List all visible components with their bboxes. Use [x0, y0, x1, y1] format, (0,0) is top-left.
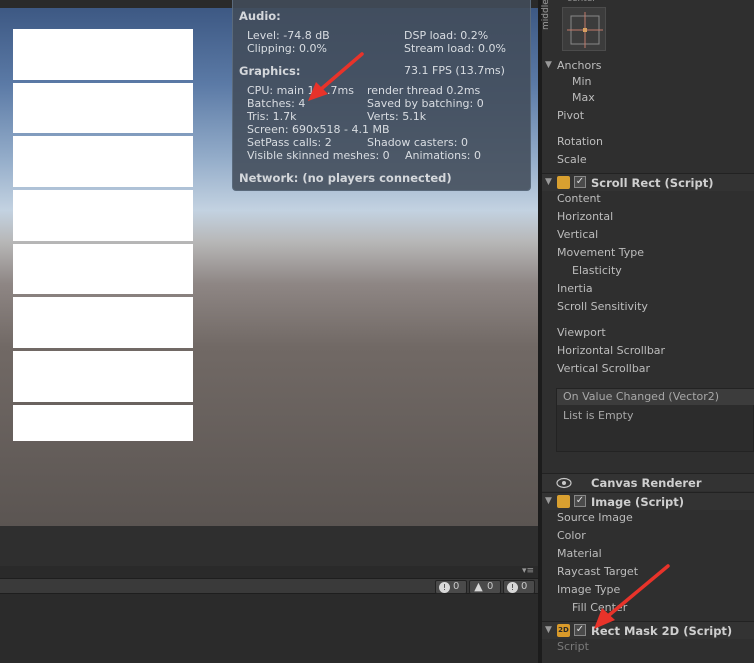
warning-count: 0 [487, 581, 494, 592]
horizontal-scrollbar-label: Horizontal Scrollbar [557, 344, 666, 357]
image-enabled-checkbox[interactable]: ✓ [574, 495, 586, 507]
screen-size: Screen: 690x518 - 4.1 MB [247, 123, 390, 136]
batches: Batches: 4 [247, 97, 306, 110]
console-log-area[interactable] [0, 594, 538, 663]
saved-by-batching: Saved by batching: 0 [367, 97, 484, 110]
scroll-item-4 [13, 190, 193, 241]
info-icon: ! [507, 582, 518, 593]
inertia-label: Inertia [557, 282, 593, 295]
panel-menu-icon[interactable]: ▾≡ [522, 566, 534, 576]
collapse-icon[interactable]: ▼ [545, 177, 552, 187]
scroll-item-6 [13, 297, 193, 348]
verts: Verts: 5.1k [367, 110, 427, 123]
collapse-icon[interactable]: ▼ [545, 496, 552, 506]
collapse-icon[interactable]: ▼ [545, 625, 552, 635]
vertical-scrollbar-label: Vertical Scrollbar [557, 362, 651, 375]
annotation-arrow-icon [594, 564, 670, 629]
animations: Animations: 0 [405, 149, 482, 162]
anchors-max-label: Max [572, 91, 595, 104]
scroll-item-1 [13, 29, 193, 80]
dsp-load: DSP load: 0.2% [404, 29, 489, 42]
scroll-item-8 [13, 405, 193, 441]
fps: 73.1 FPS (13.7ms) [404, 64, 505, 77]
warning-icon: ▲ [474, 580, 483, 593]
console-tab-bar: ▾≡ [0, 566, 538, 578]
pivot-label: Pivot [557, 109, 585, 122]
warning-filter-button[interactable]: ▲ 0 [469, 580, 501, 594]
log-count: 0 [521, 581, 528, 592]
stream-load: Stream load: 0.0% [404, 42, 506, 55]
console-toolbar: ! 0 ▲ 0 ! 0 [0, 578, 538, 594]
visible-skinned-meshes: Visible skinned meshes: 0 [247, 149, 390, 162]
scroll-rect-title: Scroll Rect (Script) [591, 176, 714, 190]
vertical-label: Vertical [557, 228, 599, 241]
canvas-renderer-header[interactable]: Canvas Renderer [542, 473, 754, 491]
eye-icon [556, 477, 572, 489]
elasticity-label: Elasticity [572, 264, 622, 277]
scroll-sensitivity-label: Scroll Sensitivity [557, 300, 648, 313]
scroll-item-5 [13, 244, 193, 294]
scroll-rect-enabled-checkbox[interactable]: ✓ [574, 176, 586, 188]
scale-label: Scale [557, 153, 587, 166]
anchor-preset-side-label: middle [541, 0, 551, 30]
shadow-casters: Shadow casters: 0 [367, 136, 468, 149]
scroll-item-2 [13, 83, 193, 133]
content-label: Content [557, 192, 601, 205]
audio-heading: Audio: [239, 9, 281, 23]
horizontal-label: Horizontal [557, 210, 614, 223]
event-list-empty: List is Empty [563, 409, 634, 422]
script-component-icon [557, 176, 570, 189]
source-image-label: Source Image [557, 511, 633, 524]
anchor-preset-top-label: center [567, 0, 596, 4]
log-filter-button[interactable]: ! 0 [503, 580, 535, 594]
rotation-label: Rotation [557, 135, 604, 148]
script-component-icon [557, 495, 570, 508]
on-value-changed-header: On Value Changed (Vector2) [557, 389, 754, 405]
color-label: Color [557, 529, 586, 542]
game-view-footer [0, 526, 538, 566]
anchor-preset-button[interactable] [562, 7, 606, 51]
rect-mask-icon: 2D [557, 624, 570, 637]
error-count: 0 [453, 581, 460, 592]
on-value-changed-event[interactable]: On Value Changed (Vector2) List is Empty [556, 388, 754, 452]
scroll-item-7 [13, 351, 193, 402]
anchors-min-label: Min [572, 75, 592, 88]
viewport-label: Viewport [557, 326, 606, 339]
scroll-rect-header[interactable]: ▼ ✓ Scroll Rect (Script) [542, 173, 754, 191]
render-thread: render thread 0.2ms [367, 84, 481, 97]
anchor-preset-icon [567, 12, 603, 48]
network-status: Network: (no players connected) [239, 171, 452, 185]
tris: Tris: 1.7k [247, 110, 297, 123]
graphics-heading: Graphics: [239, 64, 301, 78]
script-label: Script [557, 640, 589, 653]
scroll-item-3 [13, 136, 193, 187]
image-title: Image (Script) [591, 495, 685, 509]
material-label: Material [557, 547, 602, 560]
image-header[interactable]: ▼ ✓ Image (Script) [542, 492, 754, 510]
anchors-foldout-icon[interactable]: ▼ [545, 60, 552, 70]
annotation-arrow-icon [308, 52, 364, 101]
setpass-calls: SetPass calls: 2 [247, 136, 332, 149]
anchors-label: Anchors [557, 59, 602, 72]
error-icon: ! [439, 582, 450, 593]
statistics-panel: Audio: Level: -74.8 dB DSP load: 0.2% Cl… [232, 0, 531, 191]
movement-type-label: Movement Type [557, 246, 645, 259]
canvas-renderer-title: Canvas Renderer [591, 476, 702, 490]
audio-level: Level: -74.8 dB [247, 29, 330, 42]
error-filter-button[interactable]: ! 0 [435, 580, 467, 594]
